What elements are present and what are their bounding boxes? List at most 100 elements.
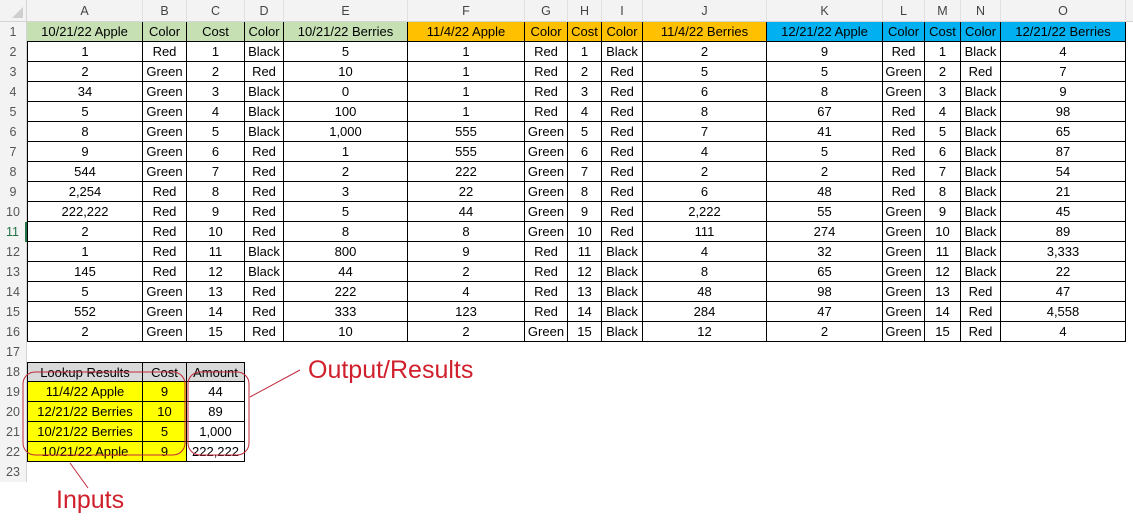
data-cell[interactable]: Red <box>143 202 187 222</box>
row-header-14[interactable]: 14 <box>0 282 27 302</box>
data-cell[interactable]: 4 <box>643 242 767 262</box>
data-cell[interactable]: 89 <box>1001 222 1126 242</box>
data-cell[interactable]: 2 <box>767 162 883 182</box>
data-cell[interactable]: Black <box>602 262 643 282</box>
row-header-10[interactable]: 10 <box>0 202 27 222</box>
data-cell[interactable]: 9 <box>187 202 245 222</box>
row-header-6[interactable]: 6 <box>0 122 27 142</box>
data-cell[interactable]: Red <box>961 302 1001 322</box>
header-cell-b[interactable]: Color <box>143 22 187 42</box>
data-cell[interactable]: Red <box>143 262 187 282</box>
data-cell[interactable]: 2 <box>408 262 525 282</box>
data-cell[interactable]: 44 <box>284 262 408 282</box>
data-cell[interactable]: Red <box>883 102 925 122</box>
data-cell[interactable]: Green <box>883 82 925 102</box>
data-cell[interactable]: Red <box>883 122 925 142</box>
data-cell[interactable]: 2,222 <box>643 202 767 222</box>
data-cell[interactable]: Red <box>143 182 187 202</box>
data-cell[interactable]: 8 <box>925 182 961 202</box>
header-cell-i[interactable]: Color <box>602 22 643 42</box>
lookup-header-2[interactable]: Amount <box>187 362 245 382</box>
data-cell[interactable]: Black <box>961 142 1001 162</box>
data-cell[interactable]: 2 <box>27 62 143 82</box>
data-cell[interactable]: 7 <box>1001 62 1126 82</box>
row-header-13[interactable]: 13 <box>0 262 27 282</box>
data-cell[interactable]: 4 <box>925 102 961 122</box>
data-cell[interactable]: Red <box>961 62 1001 82</box>
data-cell[interactable]: 8 <box>643 102 767 122</box>
lookup-amount-cell[interactable]: 89 <box>187 402 245 422</box>
data-cell[interactable]: Red <box>525 262 568 282</box>
lookup-header-1[interactable]: Cost <box>143 362 187 382</box>
data-cell[interactable]: 2 <box>643 42 767 62</box>
column-header-a[interactable]: A <box>27 0 143 22</box>
data-cell[interactable]: 1,000 <box>284 122 408 142</box>
data-cell[interactable]: 2 <box>925 62 961 82</box>
row-header-18[interactable]: 18 <box>0 362 27 382</box>
data-cell[interactable]: 4 <box>1001 322 1126 342</box>
data-cell[interactable]: Red <box>525 302 568 322</box>
data-cell[interactable]: Green <box>525 122 568 142</box>
data-cell[interactable]: 3,333 <box>1001 242 1126 262</box>
data-cell[interactable]: 12 <box>568 262 602 282</box>
data-cell[interactable]: 7 <box>568 162 602 182</box>
data-cell[interactable]: Red <box>602 122 643 142</box>
header-cell-c[interactable]: Cost <box>187 22 245 42</box>
row-header-9[interactable]: 9 <box>0 182 27 202</box>
row-header-11[interactable]: 11 <box>0 222 27 242</box>
data-cell[interactable]: 10 <box>187 222 245 242</box>
data-cell[interactable]: Green <box>525 162 568 182</box>
data-cell[interactable]: Black <box>245 82 284 102</box>
data-cell[interactable]: Green <box>883 202 925 222</box>
data-cell[interactable]: 544 <box>27 162 143 182</box>
data-cell[interactable]: Red <box>245 202 284 222</box>
data-cell[interactable]: Red <box>602 182 643 202</box>
data-cell[interactable]: Red <box>245 302 284 322</box>
column-header-m[interactable]: M <box>925 0 961 22</box>
data-cell[interactable]: Red <box>525 102 568 122</box>
data-cell[interactable]: 11 <box>925 242 961 262</box>
data-cell[interactable]: 45 <box>1001 202 1126 222</box>
data-cell[interactable]: 552 <box>27 302 143 322</box>
data-cell[interactable]: 6 <box>187 142 245 162</box>
data-cell[interactable]: 14 <box>925 302 961 322</box>
data-cell[interactable]: 222 <box>284 282 408 302</box>
data-cell[interactable]: 1 <box>408 62 525 82</box>
data-cell[interactable]: Green <box>883 302 925 322</box>
data-cell[interactable]: 21 <box>1001 182 1126 202</box>
data-cell[interactable]: Green <box>143 162 187 182</box>
data-cell[interactable]: 10 <box>568 222 602 242</box>
data-cell[interactable]: Red <box>525 42 568 62</box>
data-cell[interactable]: 98 <box>767 282 883 302</box>
data-cell[interactable]: Green <box>525 182 568 202</box>
data-cell[interactable]: Black <box>961 122 1001 142</box>
data-cell[interactable]: 111 <box>643 222 767 242</box>
header-cell-l[interactable]: Color <box>883 22 925 42</box>
data-cell[interactable]: 9 <box>767 42 883 62</box>
column-header-i[interactable]: I <box>602 0 643 22</box>
data-cell[interactable]: Red <box>602 62 643 82</box>
data-cell[interactable]: 284 <box>643 302 767 322</box>
data-cell[interactable]: 87 <box>1001 142 1126 162</box>
data-cell[interactable]: 222,222 <box>27 202 143 222</box>
data-cell[interactable]: Red <box>602 162 643 182</box>
data-cell[interactable]: Black <box>602 242 643 262</box>
column-header-j[interactable]: J <box>643 0 767 22</box>
data-cell[interactable]: 9 <box>568 202 602 222</box>
data-cell[interactable]: 3 <box>568 82 602 102</box>
data-cell[interactable]: 274 <box>767 222 883 242</box>
data-cell[interactable]: 5 <box>27 282 143 302</box>
data-cell[interactable]: 1 <box>27 42 143 62</box>
data-cell[interactable]: Green <box>525 322 568 342</box>
data-cell[interactable]: 10 <box>284 62 408 82</box>
data-cell[interactable]: 2 <box>27 222 143 242</box>
data-cell[interactable]: Green <box>525 202 568 222</box>
data-cell[interactable]: 145 <box>27 262 143 282</box>
data-cell[interactable]: Black <box>961 82 1001 102</box>
data-cell[interactable]: Red <box>245 142 284 162</box>
header-cell-m[interactable]: Cost <box>925 22 961 42</box>
lookup-item-cell[interactable]: 10/21/22 Apple <box>27 442 143 462</box>
data-cell[interactable]: Red <box>245 62 284 82</box>
data-cell[interactable]: 44 <box>408 202 525 222</box>
row-header-23[interactable]: 23 <box>0 462 27 482</box>
